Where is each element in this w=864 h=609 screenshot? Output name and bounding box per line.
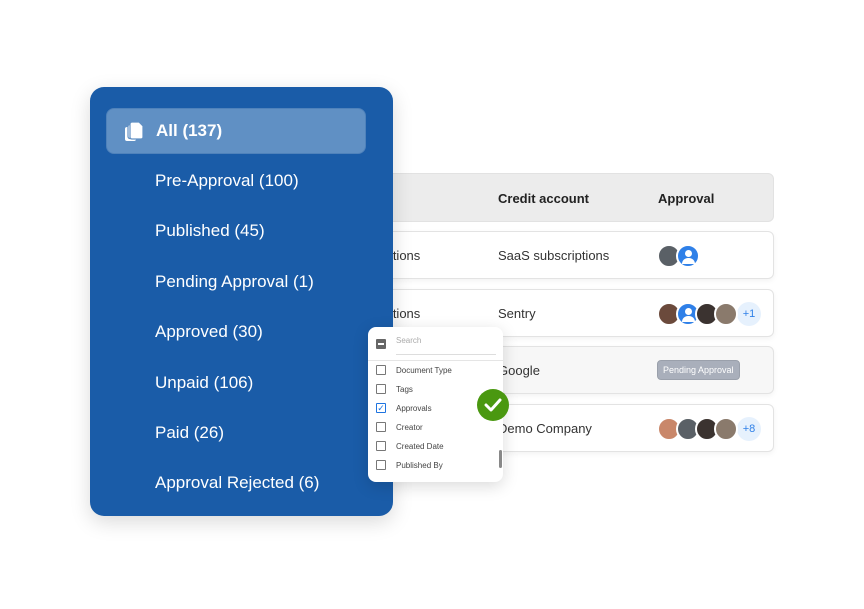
credit-account-cell: Demo Company bbox=[498, 421, 592, 436]
sidebar-item-pre-approval[interactable]: Pre-Approval (100) bbox=[106, 158, 366, 204]
success-check-icon bbox=[477, 389, 509, 421]
search-input[interactable]: Search bbox=[396, 336, 496, 355]
more-approvers-count[interactable]: +8 bbox=[737, 417, 761, 441]
option-label: Published By bbox=[396, 460, 443, 470]
sidebar-item-label: Pending Approval (1) bbox=[155, 272, 314, 291]
sidebar-item-unpaid[interactable]: Unpaid (106) bbox=[106, 360, 366, 406]
select-all-checkbox[interactable] bbox=[376, 339, 386, 349]
sidebar-item-label: All (137) bbox=[156, 121, 223, 140]
checkbox-checked[interactable]: ✓ bbox=[376, 403, 386, 413]
credit-account-cell: Google bbox=[498, 363, 540, 378]
approvers bbox=[657, 244, 700, 268]
option-label: Approvals bbox=[396, 403, 432, 413]
checkbox[interactable] bbox=[376, 422, 386, 432]
sidebar-item-label: Approved (30) bbox=[155, 322, 263, 341]
checkbox[interactable] bbox=[376, 384, 386, 394]
option-label: Tags bbox=[396, 384, 413, 394]
sidebar-item-label: Published (45) bbox=[155, 221, 265, 240]
sidebar-item-label: Unpaid (106) bbox=[155, 373, 254, 392]
sidebar-item-approved[interactable]: Approved (30) bbox=[106, 309, 366, 355]
sidebar-item-published[interactable]: Published (45) bbox=[106, 208, 366, 254]
sidebar-item-all[interactable]: All (137) bbox=[106, 108, 366, 154]
more-approvers-count[interactable]: +1 bbox=[737, 302, 761, 326]
option-label: Created Date bbox=[396, 441, 444, 451]
credit-account-cell: SaaS subscriptions bbox=[498, 248, 610, 263]
scrollbar[interactable] bbox=[499, 450, 502, 468]
sidebar-item-paid[interactable]: Paid (26) bbox=[106, 410, 366, 456]
checkbox[interactable] bbox=[376, 441, 386, 451]
avatar bbox=[714, 417, 738, 441]
option-published-by[interactable]: Published By bbox=[376, 460, 443, 470]
status-badge: Pending Approval bbox=[657, 360, 740, 380]
option-tags[interactable]: Tags bbox=[376, 384, 413, 394]
option-label: Document Type bbox=[396, 365, 452, 375]
search-placeholder: Search bbox=[396, 336, 422, 345]
option-creator[interactable]: Creator bbox=[376, 422, 423, 432]
avatar bbox=[714, 302, 738, 326]
checkbox[interactable] bbox=[376, 365, 386, 375]
option-approvals[interactable]: ✓ Approvals bbox=[376, 403, 432, 413]
sidebar-item-label: Pre-Approval (100) bbox=[155, 171, 299, 190]
column-header-credit-account[interactable]: Credit account bbox=[498, 191, 589, 206]
option-created-date[interactable]: Created Date bbox=[376, 441, 444, 451]
sidebar-item-pending-approval[interactable]: Pending Approval (1) bbox=[106, 259, 366, 305]
column-header-approval[interactable]: Approval bbox=[658, 191, 714, 206]
sidebar-item-label: Approval Rejected (6) bbox=[155, 473, 320, 492]
divider bbox=[368, 360, 503, 361]
status-filter-sidebar: All (137) Pre-Approval (100) Published (… bbox=[90, 87, 393, 516]
credit-account-cell: Sentry bbox=[498, 306, 536, 321]
approvers: +8 bbox=[657, 417, 761, 441]
user-icon bbox=[676, 244, 700, 268]
sidebar-item-label: Paid (26) bbox=[155, 423, 224, 442]
option-document-type[interactable]: Document Type bbox=[376, 365, 452, 375]
documents-icon bbox=[125, 121, 144, 141]
checkbox[interactable] bbox=[376, 460, 386, 470]
sidebar-item-approval-rejected[interactable]: Approval Rejected (6) bbox=[106, 460, 366, 506]
option-label: Creator bbox=[396, 422, 423, 432]
approvers: +1 bbox=[657, 302, 761, 326]
